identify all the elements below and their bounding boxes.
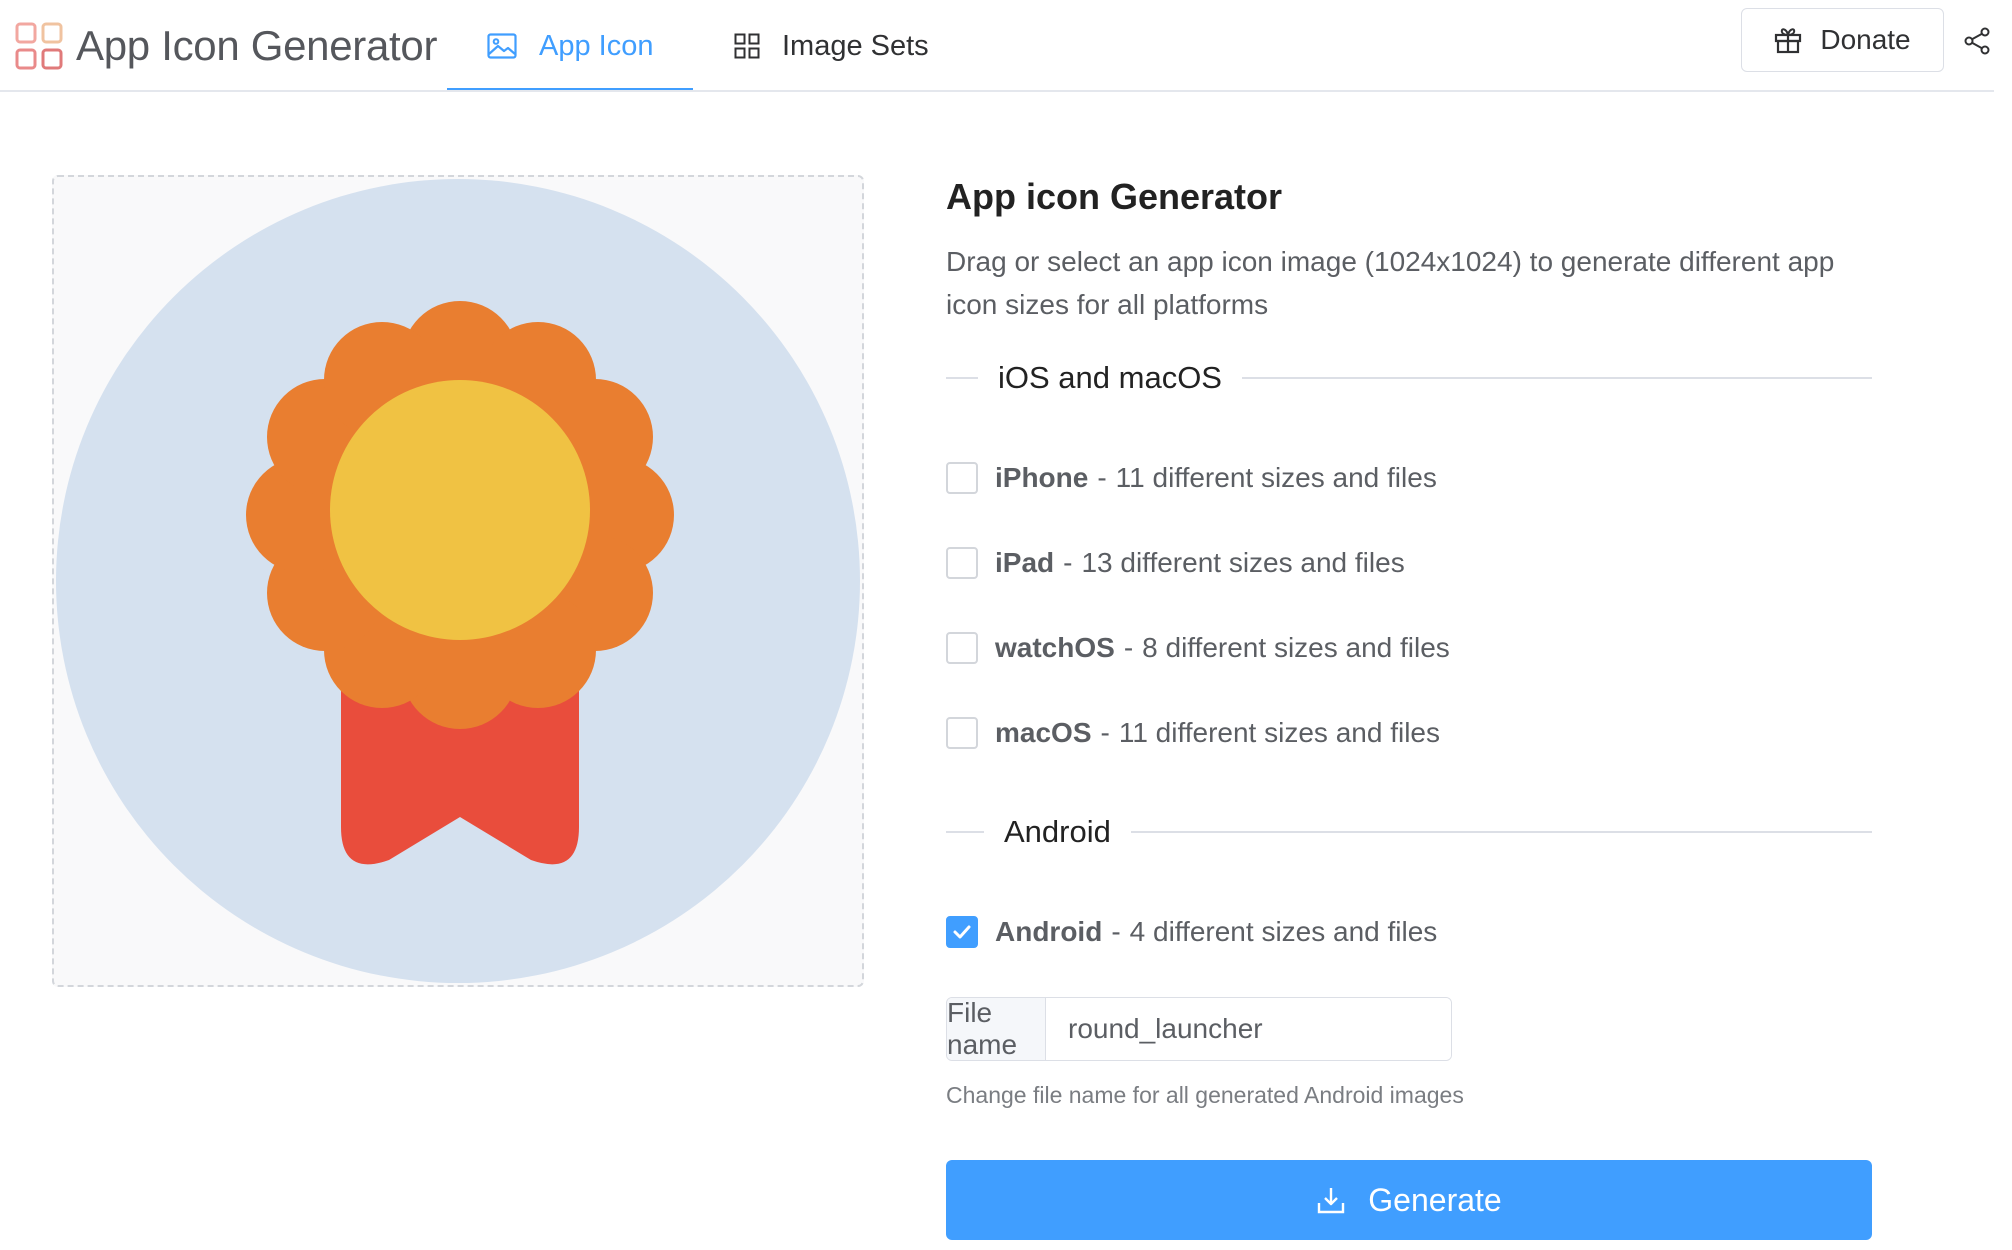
donate-label: Donate — [1820, 24, 1911, 55]
option-detail: 4 different sizes and files — [1129, 916, 1438, 947]
checkmark-icon — [953, 925, 971, 939]
option-macos[interactable]: macOS - 11 different sizes and files — [946, 713, 1440, 753]
option-detail: 13 different sizes and files — [1081, 547, 1405, 578]
option-android[interactable]: Android - 4 different sizes and files — [946, 912, 1437, 952]
page-description: Drag or select an app icon image (1024x1… — [946, 246, 1835, 320]
section-divider-ios: iOS and macOS — [946, 358, 1872, 398]
option-detail: 8 different sizes and files — [1142, 632, 1450, 663]
option-name: iPhone — [995, 462, 1089, 493]
checkbox-watchos[interactable] — [946, 632, 978, 664]
section-title-android: Android — [984, 812, 1131, 852]
tab-image-sets[interactable]: Image Sets — [734, 0, 929, 92]
share-icon[interactable] — [1962, 26, 1992, 56]
option-name: watchOS — [995, 632, 1115, 663]
download-icon — [1318, 1188, 1345, 1214]
donate-button[interactable]: Donate — [1741, 8, 1944, 72]
checkbox-macos[interactable] — [946, 717, 978, 749]
section-title-ios: iOS and macOS — [978, 358, 1242, 398]
tab-app-icon-label: App Icon — [539, 29, 654, 62]
generate-label: Generate — [1368, 1181, 1502, 1218]
option-name: Android — [995, 916, 1103, 947]
option-detail: 11 different sizes and files — [1115, 462, 1437, 493]
option-iphone[interactable]: iPhone - 11 different sizes and files — [946, 458, 1437, 498]
grid-icon — [734, 33, 760, 59]
option-separator: - — [1123, 632, 1134, 663]
top-navbar: App Icon Generator App Icon Image Sets D… — [0, 0, 2012, 92]
file-name-label: File name — [947, 998, 1046, 1060]
option-separator: - — [1111, 916, 1121, 947]
page-title: App icon Generator — [946, 176, 1283, 217]
file-name-hint: Change file name for all generated Andro… — [946, 1082, 1464, 1108]
option-name: macOS — [995, 717, 1092, 748]
tab-app-icon[interactable]: App Icon — [447, 0, 693, 92]
brand-title: App Icon Generator — [76, 22, 438, 69]
file-name-input[interactable] — [1046, 998, 1451, 1060]
image-dropzone[interactable] — [52, 175, 864, 987]
grid-logo-icon — [15, 22, 63, 70]
option-watchos[interactable]: watchOS - 8 different sizes and files — [946, 628, 1450, 668]
tab-image-sets-label: Image Sets — [782, 29, 929, 62]
section-divider-android: Android — [946, 812, 1872, 852]
option-separator: - — [1097, 462, 1107, 493]
gift-icon — [1775, 28, 1802, 54]
option-detail: 11 different sizes and files — [1118, 717, 1440, 748]
header-divider — [0, 90, 1994, 92]
file-name-field-group: File name — [946, 997, 1452, 1061]
option-separator: - — [1063, 547, 1073, 578]
generate-button[interactable]: Generate — [946, 1160, 1872, 1240]
brand[interactable]: App Icon Generator — [14, 18, 437, 74]
checkbox-ipad[interactable] — [946, 547, 978, 579]
award-ribbon-illustration — [56, 179, 860, 983]
image-icon — [487, 33, 517, 59]
checkbox-iphone[interactable] — [946, 462, 978, 494]
checkbox-android[interactable] — [946, 916, 978, 948]
option-name: iPad — [995, 547, 1055, 578]
option-ipad[interactable]: iPad - 13 different sizes and files — [946, 543, 1405, 583]
option-separator: - — [1100, 717, 1110, 748]
